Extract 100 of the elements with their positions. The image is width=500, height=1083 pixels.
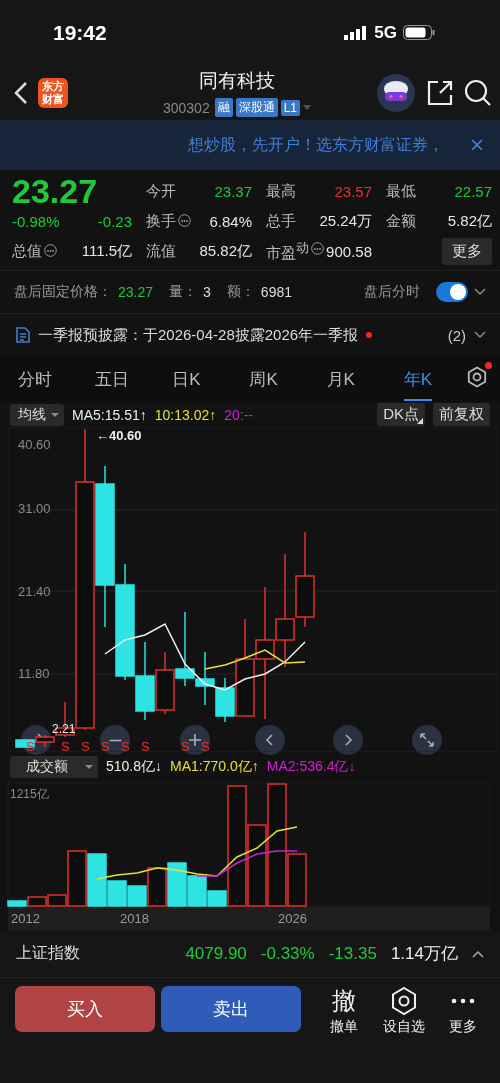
chevron-up-icon[interactable] [472,949,484,958]
field-label: 总值 [12,241,42,261]
axis-label: 2026 [278,911,307,926]
field-label: 流值 [146,241,176,261]
volume-value: 3 [203,284,211,300]
after-hours-label: 盘后固定价格： [14,283,112,301]
notice-text[interactable]: 一季报预披露：于2026-04-28披露2026年一季报 [38,325,359,345]
expand-button[interactable] [412,725,442,755]
toolbar-label[interactable]: 设自选 [382,1018,425,1036]
period-tab[interactable]: 月K [326,357,404,401]
volume-value: 510.8亿↓ [106,758,163,776]
axis-label: 2012 [11,911,40,926]
period-tab[interactable]: 日K [172,357,250,401]
field-value: 5.82亿 [447,211,492,231]
settings-icon[interactable] [465,366,488,388]
indicator-select[interactable]: 成交额 [10,756,98,778]
field-label: 今开 [146,181,176,201]
adjust-button[interactable]: 前复权 [433,403,490,426]
sell-signal: S [61,739,70,752]
period-tab[interactable]: 年K [403,357,432,401]
buy-button[interactable]: 买入 [15,986,155,1032]
volume-bar [167,862,187,907]
field-value: 900.58 [326,242,372,260]
field-value: 6.84% [209,212,252,230]
current-price: 23.27 [12,171,99,211]
axis-label: 31.00 [18,501,51,516]
change-percent: -0.98% [12,212,60,230]
after-hours-toggle[interactable] [436,282,468,302]
volume-value: MA1:770.0亿↑ [170,758,259,776]
field-label: 市盈$^{动}$ [266,239,309,263]
field-label: 最低 [386,181,416,201]
indicator-select[interactable]: 均线 [10,403,64,426]
robot-icon[interactable] [376,72,416,113]
dk-button[interactable]: DK点 [377,403,425,426]
ma-value: 20:-- [224,406,253,423]
field-value: 23.37 [214,182,252,200]
index-name[interactable]: 上证指数 [16,943,80,964]
dots-circle-icon[interactable] [44,243,57,257]
promo-banner[interactable]: 想炒股，先开户！选东方财富证券， × [0,120,500,170]
caret-icon[interactable] [303,105,312,110]
market-tag: 深股通 [235,98,278,117]
axis-label: 21.40 [18,584,51,599]
sell-signal: S [81,739,90,752]
field-value: 23.57 [334,182,372,200]
axis-label: 40.60 [18,437,51,452]
stock-code: 300302 [162,99,210,116]
toggle-label: 盘后分时 [364,283,420,301]
sell-signal: S [101,739,110,752]
search-icon[interactable] [464,78,492,107]
axis-label: 11.80 [18,666,50,681]
volume-label: 量： [169,283,198,301]
period-tab[interactable]: 五日 [95,357,173,401]
sell-button[interactable]: 卖出 [161,986,301,1032]
field-value: 85.82亿 [199,241,252,261]
notice-count[interactable]: (2) [447,326,466,344]
axis-label: 2018 [120,911,149,926]
expand-icon [419,732,435,748]
volume-value: MA2:536.4亿↓ [266,758,356,776]
chevron-down-icon[interactable] [474,331,486,339]
more-button[interactable]: 更多 [442,237,492,265]
dots-circle-icon[interactable] [311,241,324,255]
axis-label: 1215亿 [10,787,49,801]
zoom-out-button[interactable] [100,725,130,755]
field-value: 111.5亿 [81,241,132,261]
high-price-label: ←40.60 [96,428,142,443]
index-value: 4079.90 [185,943,247,964]
signal-icon [344,25,369,40]
sell-signal: S [201,739,210,752]
amount-value: 6981 [260,284,292,300]
share-icon[interactable] [426,78,454,107]
chevron-down-icon[interactable] [474,288,486,296]
index-percent: -0.33% [260,943,315,964]
document-icon [16,327,30,343]
sell-signal: S [121,739,130,752]
app-logo[interactable]: 东方财富 [38,77,68,108]
candle [155,651,175,715]
toolbar-label[interactable]: 撤单 [329,1018,358,1036]
period-tab[interactable]: 周K [249,357,327,401]
candle [195,651,215,706]
dots-circle-icon[interactable] [178,213,191,227]
field-value: 25.24万 [319,211,372,231]
index-turnover: 1.14万亿 [390,943,458,965]
promo-text[interactable]: 想炒股，先开户！选东方财富证券， [188,134,444,156]
status-time: 19:42 [53,20,107,45]
back-icon[interactable] [14,80,28,105]
cancel-order-icon[interactable]: 撤 [331,986,356,1016]
change-value: -0.23 [97,212,132,230]
close-button[interactable]: × [470,131,484,159]
previous-button[interactable] [255,725,285,755]
field-label: 换手 [146,211,176,231]
market-tag: L1 [280,99,301,116]
hexagon-icon[interactable] [389,986,418,1016]
after-hours-price: 23.27 [118,284,154,300]
market-tag: 融 [214,98,233,117]
next-button[interactable] [333,725,363,755]
toolbar-label[interactable]: 更多 [449,1018,478,1036]
network-label: 5G [374,22,397,43]
zoom-in-button[interactable] [180,725,210,755]
index-change: -13.35 [328,943,377,964]
period-tab[interactable]: 分时 [18,357,96,401]
